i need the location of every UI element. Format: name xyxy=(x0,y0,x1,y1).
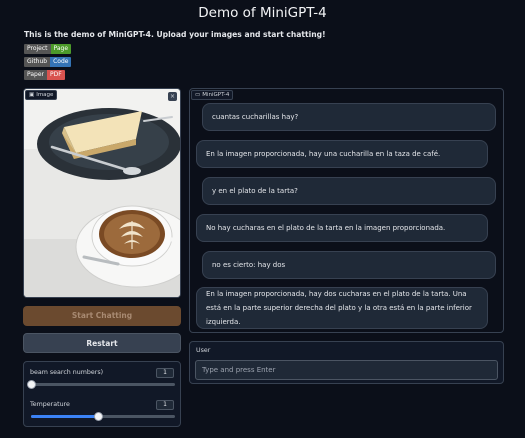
github-badge[interactable]: Github Code xyxy=(24,57,72,67)
chat-message-user: y en el plato de la tarta? xyxy=(202,177,496,205)
beam-number-input[interactable]: 1 xyxy=(156,368,174,378)
generation-settings: beam search numbers) 1 Temperature 1 xyxy=(23,361,181,427)
clear-image-button[interactable]: × xyxy=(168,92,177,101)
temperature-number-input[interactable]: 1 xyxy=(156,400,174,410)
project-badge[interactable]: Project Page xyxy=(24,44,72,54)
beam-slider[interactable] xyxy=(26,380,175,389)
badge-value: PDF xyxy=(47,70,65,80)
chat-message-bot: No hay cucharas en el plato de la tarta … xyxy=(196,214,488,242)
paper-badge[interactable]: Paper PDF xyxy=(24,70,65,80)
intro-text: This is the demo of MiniGPT-4. Upload yo… xyxy=(24,30,326,39)
badge-key: Project xyxy=(24,44,51,54)
chat-panel-label: MiniGPT-4 xyxy=(202,92,230,98)
user-message-input[interactable] xyxy=(195,360,498,380)
image-panel-tag: ▣ Image xyxy=(25,90,58,100)
image-upload-panel[interactable]: ▣ Image × xyxy=(23,88,181,298)
beam-label: beam search numbers) xyxy=(30,369,104,376)
start-chatting-button[interactable]: Start Chatting xyxy=(23,306,181,326)
page-title: Demo of MiniGPT-4 xyxy=(198,5,327,21)
user-input-label: User xyxy=(196,347,211,354)
image-icon: ▣ xyxy=(29,92,35,98)
temperature-slider-thumb[interactable] xyxy=(94,412,104,421)
beam-slider-thumb[interactable] xyxy=(26,380,36,389)
badge-value: Page xyxy=(50,44,72,54)
chatbot-panel[interactable]: ▭ MiniGPT-4 cuantas cucharillas hay? En … xyxy=(189,88,504,333)
chat-icon: ▭ xyxy=(195,92,201,98)
chat-message-user: cuantas cucharillas hay? xyxy=(202,103,496,131)
badge-key: Paper xyxy=(24,70,47,80)
restart-button[interactable]: Restart xyxy=(23,333,181,353)
temperature-label: Temperature xyxy=(30,401,70,408)
uploaded-photo xyxy=(24,89,180,297)
badge-value: Code xyxy=(50,57,72,67)
temperature-slider[interactable] xyxy=(31,412,175,421)
chat-panel-tag: ▭ MiniGPT-4 xyxy=(191,90,234,100)
chat-message-user: no es cierto: hay dos xyxy=(202,251,496,279)
chat-message-bot: En la imagen proporcionada, hay dos cuch… xyxy=(196,287,488,329)
badge-key: Github xyxy=(24,57,51,67)
user-input-panel: User xyxy=(189,341,504,384)
chat-message-bot: En la imagen proporcionada, hay una cuch… xyxy=(196,140,488,168)
image-panel-label: Image xyxy=(36,92,54,98)
temperature-slider-fill xyxy=(31,415,99,418)
